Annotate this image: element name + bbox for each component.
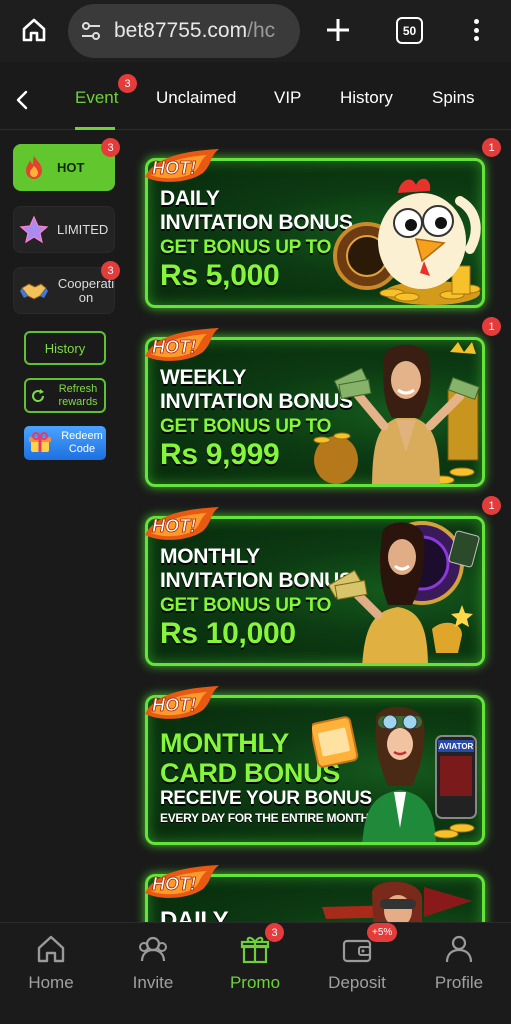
banner-2-line1: WEEKLY (160, 366, 247, 389)
bottom-nav: Home Invite Promo 3 Deposit +5% Profile (0, 922, 511, 1024)
refresh-rewards-button[interactable]: Refresh rewards (24, 378, 106, 413)
fire-icon (26, 155, 42, 179)
nav-profile-label: Profile (434, 973, 484, 992)
nav-home[interactable]: Home (1, 923, 101, 1023)
nav-deposit-label: Deposit (328, 973, 386, 992)
hot-tag-5-text: HOT! (152, 874, 196, 894)
banner-2-line3: GET BONUS UP TO (160, 416, 332, 437)
category-limited-label: LIMITED (57, 221, 109, 237)
active-tab-indicator (75, 127, 115, 130)
refresh-icon (32, 388, 45, 402)
hot-tag-1: HOT! (145, 149, 219, 182)
redeem-code-button[interactable]: Redeem Code (24, 426, 106, 460)
star-icon (19, 215, 49, 243)
home-icon[interactable] (20, 16, 48, 44)
hot-tag-4-text: HOT! (152, 695, 196, 715)
nav-invite-label: Invite (132, 973, 174, 992)
back-arrow-icon[interactable] (10, 86, 36, 114)
tab-spins[interactable]: Spins (432, 88, 475, 108)
tab-event-badge: 3 (118, 74, 137, 93)
banner-4-line1: MONTHLY (160, 728, 289, 758)
tune-icon[interactable] (80, 20, 102, 42)
tab-unclaimed[interactable]: Unclaimed (156, 88, 236, 108)
nav-promo[interactable]: Promo (205, 923, 305, 1023)
hot-tag-5: HOT! (145, 865, 219, 898)
banner-1-line1: DAILY (160, 187, 220, 210)
nav-invite[interactable]: Invite (103, 923, 203, 1023)
category-hot-badge: 3 (101, 138, 120, 157)
aviator-pilot-art: AVIATOR (312, 706, 477, 842)
app-root: bet87755.com/hc 50 Event 3 Unclaimed VIP… (0, 0, 511, 1024)
banner-3-badge: 1 (482, 496, 501, 515)
tab-history[interactable]: History (340, 88, 393, 108)
hot-tag-1-text: HOT! (152, 158, 196, 178)
url-text: bet87755.com/hc (114, 19, 275, 43)
history-button-label: History (44, 340, 86, 356)
refresh-rewards-label: Refresh rewards (58, 382, 98, 408)
profile-icon (445, 935, 473, 963)
nav-home-label: Home (28, 973, 74, 992)
handshake-icon (20, 282, 48, 300)
redeem-code-label: Redeem Code (61, 430, 103, 455)
more-vert-icon[interactable] (466, 16, 486, 44)
woman-with-money-art (313, 342, 480, 484)
category-hot[interactable]: HOT (13, 144, 115, 191)
history-button[interactable]: History (24, 331, 106, 365)
banner-3-line3: GET BONUS UP TO (160, 595, 332, 616)
banner-3-amount: Rs 10,000 (160, 617, 296, 650)
promo-tabs: Event 3 Unclaimed VIP History Spins (0, 70, 511, 130)
category-limited[interactable]: LIMITED (13, 206, 115, 253)
chicken-mascot-art (333, 178, 481, 305)
banner-2-amount: Rs 9,999 (160, 438, 280, 471)
nav-promo-badge: 3 (265, 923, 284, 942)
aviator-sign-text: AVIATOR (439, 742, 474, 751)
hot-tag-3-text: HOT! (152, 516, 196, 536)
category-hot-label: HOT (57, 159, 85, 175)
plus-icon[interactable] (324, 16, 352, 44)
tab-vip[interactable]: VIP (274, 88, 301, 108)
hot-tag-3: HOT! (145, 507, 219, 540)
home-icon (37, 935, 65, 963)
hot-tag-2: HOT! (145, 328, 219, 361)
tab-event[interactable]: Event (75, 88, 118, 108)
url-path: /hc (247, 19, 276, 42)
banner-3-line1: MONTHLY (160, 545, 260, 568)
nav-deposit-badge: +5% (367, 923, 398, 942)
gift-box-icon (29, 432, 51, 452)
url-domain: bet87755.com (114, 19, 248, 42)
banner-1-badge: 1 (482, 138, 501, 157)
category-cooperation-label: Cooperati on (57, 275, 115, 305)
banner-1-amount: Rs 5,000 (160, 259, 280, 292)
hot-tag-2-text: HOT! (152, 337, 196, 357)
category-cooperation[interactable]: Cooperati on (13, 267, 115, 314)
hot-tag-4: HOT! (145, 686, 219, 719)
nav-profile[interactable]: Profile (409, 923, 509, 1023)
banner-1-line3: GET BONUS UP TO (160, 237, 332, 258)
woman-with-cash-art (327, 521, 480, 663)
tab-count: 50 (402, 23, 417, 38)
category-cooperation-badge: 3 (101, 261, 120, 280)
banner-2-badge: 1 (482, 317, 501, 336)
tab-switcher-button[interactable]: 50 (396, 17, 423, 44)
address-bar[interactable]: bet87755.com/hc (68, 4, 300, 58)
nav-promo-label: Promo (229, 973, 281, 992)
invite-users-icon (139, 936, 167, 962)
browser-toolbar: bet87755.com/hc 50 (0, 0, 511, 62)
